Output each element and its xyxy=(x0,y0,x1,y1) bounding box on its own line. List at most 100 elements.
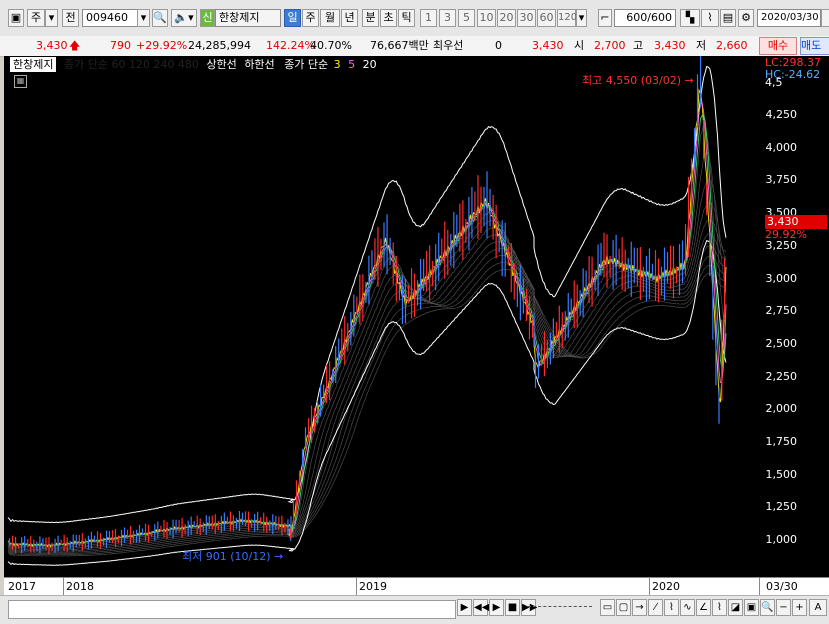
y-tick-label: 4,000 xyxy=(765,140,798,154)
priority-label: 최우선 xyxy=(433,39,464,52)
speaker-icon[interactable]: 🔈▾ xyxy=(171,9,197,27)
market-type-dropdown-icon[interactable]: ▾ xyxy=(45,9,58,27)
low-label: 저 xyxy=(696,39,707,52)
market-type-button[interactable]: 주 xyxy=(27,9,45,27)
chart-canvas xyxy=(7,56,727,566)
save-icon[interactable]: ▤ xyxy=(720,9,736,27)
scroll-right-icon[interactable]: ▶ xyxy=(457,599,472,616)
stock-code-input[interactable]: 009460 xyxy=(82,9,138,27)
tool-angle-icon[interactable]: ∠ xyxy=(696,599,711,616)
interval-5[interactable]: 5 xyxy=(458,9,475,27)
interval-20[interactable]: 20 xyxy=(497,9,516,27)
price-chart[interactable]: 한창제지 종가 단순 60 120 240 480 상한선 하한선 종가 단순 … xyxy=(4,56,829,577)
rewind-icon[interactable]: ◀◀ xyxy=(473,599,489,616)
high-label: 고 xyxy=(633,39,644,52)
ma-long-line xyxy=(7,233,727,552)
ma-long-line xyxy=(7,245,727,553)
volume: 24,285,994 xyxy=(188,39,251,52)
quote-bar: 3,430 🡅 790 +29.92% 24,285,994 142.24% 4… xyxy=(0,36,829,57)
count-value: 600 xyxy=(626,11,648,24)
interval-120[interactable]: 120 xyxy=(557,9,577,27)
tool-arrow-icon[interactable]: → xyxy=(632,599,647,616)
x-last-date: 03/30 xyxy=(766,580,798,593)
tab-tick[interactable]: 틱 xyxy=(398,9,415,27)
open-label: 시 xyxy=(574,39,585,52)
x-axis: 2017 2018 2019 2020 03/30 xyxy=(4,577,829,596)
y-tick-label: 2,750 xyxy=(765,304,798,318)
tab-year[interactable]: 년 xyxy=(341,9,358,27)
ma-long-line xyxy=(7,255,727,554)
chart-scrollbar[interactable] xyxy=(8,600,456,619)
search-icon[interactable]: 🔍 xyxy=(152,9,168,27)
x-divider xyxy=(649,578,650,596)
stop-icon[interactable]: ■ xyxy=(505,599,520,616)
ma5-line xyxy=(7,101,727,546)
play-icon[interactable]: ▶ xyxy=(489,599,504,616)
text-tool-icon[interactable]: A xyxy=(809,599,827,616)
interval-30[interactable]: 30 xyxy=(517,9,536,27)
cursor-icon[interactable]: ⌐ xyxy=(598,9,612,27)
interval-60[interactable]: 60 xyxy=(537,9,556,27)
tool-rect-icon[interactable]: ▭ xyxy=(600,599,615,616)
change-pct: +29.92% xyxy=(136,39,188,52)
gear-icon[interactable]: ⚙ xyxy=(738,9,754,27)
high-annotation: 최고 4,550 (03/02) → xyxy=(582,74,694,87)
date-input[interactable]: 2020/03/30 xyxy=(757,9,821,27)
legend-ma-short: 종가 단순 xyxy=(284,58,329,71)
zoom-icon[interactable]: 🔍 xyxy=(760,599,775,616)
speed-slider[interactable] xyxy=(528,606,592,607)
high-value: 3,430 xyxy=(654,39,686,52)
x-divider xyxy=(356,578,357,596)
legend-ma-long: 종가 단순 60 120 240 480 xyxy=(63,58,199,71)
tab-month[interactable]: 월 xyxy=(320,9,340,27)
credit-badge: 신 xyxy=(200,9,215,27)
ma-long-line xyxy=(7,219,727,551)
zoom-in-icon[interactable]: + xyxy=(792,599,807,616)
chart-settings-icon[interactable]: ▚ xyxy=(680,9,700,27)
grid-icon[interactable]: ▦ xyxy=(14,75,27,88)
tab-day[interactable]: 일 xyxy=(284,9,301,27)
low-annotation: 최저 901 (10/12) → xyxy=(182,550,284,563)
date-partial[interactable] xyxy=(821,9,829,27)
interval-1[interactable]: 1 xyxy=(420,9,437,27)
x-label-2017: 2017 xyxy=(8,580,36,593)
open-value: 2,700 xyxy=(594,39,626,52)
tool-trend-icon[interactable]: ⌇ xyxy=(664,599,679,616)
zoom-out-icon[interactable]: − xyxy=(776,599,791,616)
ma-long-line xyxy=(7,122,727,546)
interval-3[interactable]: 3 xyxy=(439,9,456,27)
x-divider xyxy=(63,578,64,596)
tool-line-icon[interactable]: ⁄ xyxy=(648,599,663,616)
count-input[interactable]: 600/600 xyxy=(614,9,676,27)
tool-chart-icon[interactable]: ◪ xyxy=(728,599,743,616)
tab-week[interactable]: 주 xyxy=(302,9,319,27)
market-all-button[interactable]: 전 xyxy=(62,9,79,27)
sell-button[interactable]: 매도 xyxy=(800,37,829,55)
stock-code-dropdown-icon[interactable]: ▾ xyxy=(137,9,150,27)
legend-upper: 상한선 xyxy=(206,58,237,71)
tool-screen-icon[interactable]: ▣ xyxy=(744,599,759,616)
tool-wave-icon[interactable]: ∿ xyxy=(680,599,695,616)
tool-box-icon[interactable]: ▢ xyxy=(616,599,631,616)
tab-second[interactable]: 초 xyxy=(380,9,397,27)
current-price: 3,430 xyxy=(36,39,68,52)
x-label-2019: 2019 xyxy=(359,580,387,593)
interval-dropdown-icon[interactable]: ▾ xyxy=(576,9,587,27)
chart-type-icon[interactable]: ⌇ xyxy=(701,9,719,27)
count-total: /600 xyxy=(647,11,672,24)
buy-button[interactable]: 매수 xyxy=(759,37,797,55)
y-tick-label: 2,250 xyxy=(765,369,798,383)
tab-minute[interactable]: 분 xyxy=(362,9,379,27)
y-tick-label: 2,500 xyxy=(765,336,798,350)
window-icon[interactable]: ▣ xyxy=(8,9,24,27)
fast-forward-icon[interactable]: ▶▶ xyxy=(521,599,537,616)
tool-zigzag-icon[interactable]: ⌇ xyxy=(712,599,727,616)
y-tick-label: 3,000 xyxy=(765,271,798,285)
x-label-2020: 2020 xyxy=(652,580,680,593)
y-tick-label: 2,000 xyxy=(765,402,798,416)
interval-10[interactable]: 10 xyxy=(477,9,496,27)
stock-name-field: 한창제지 xyxy=(215,9,281,27)
bottom-toolbar: ▶ ◀◀ ▶ ■ ▶▶ ▭ ▢ → ⁄ ⌇ ∿ ∠ ⌇ ◪ ▣ 🔍 − + A xyxy=(0,595,829,624)
legend-stock-name[interactable]: 한창제지 xyxy=(10,57,57,72)
y-tick-label: 3,750 xyxy=(765,173,798,187)
